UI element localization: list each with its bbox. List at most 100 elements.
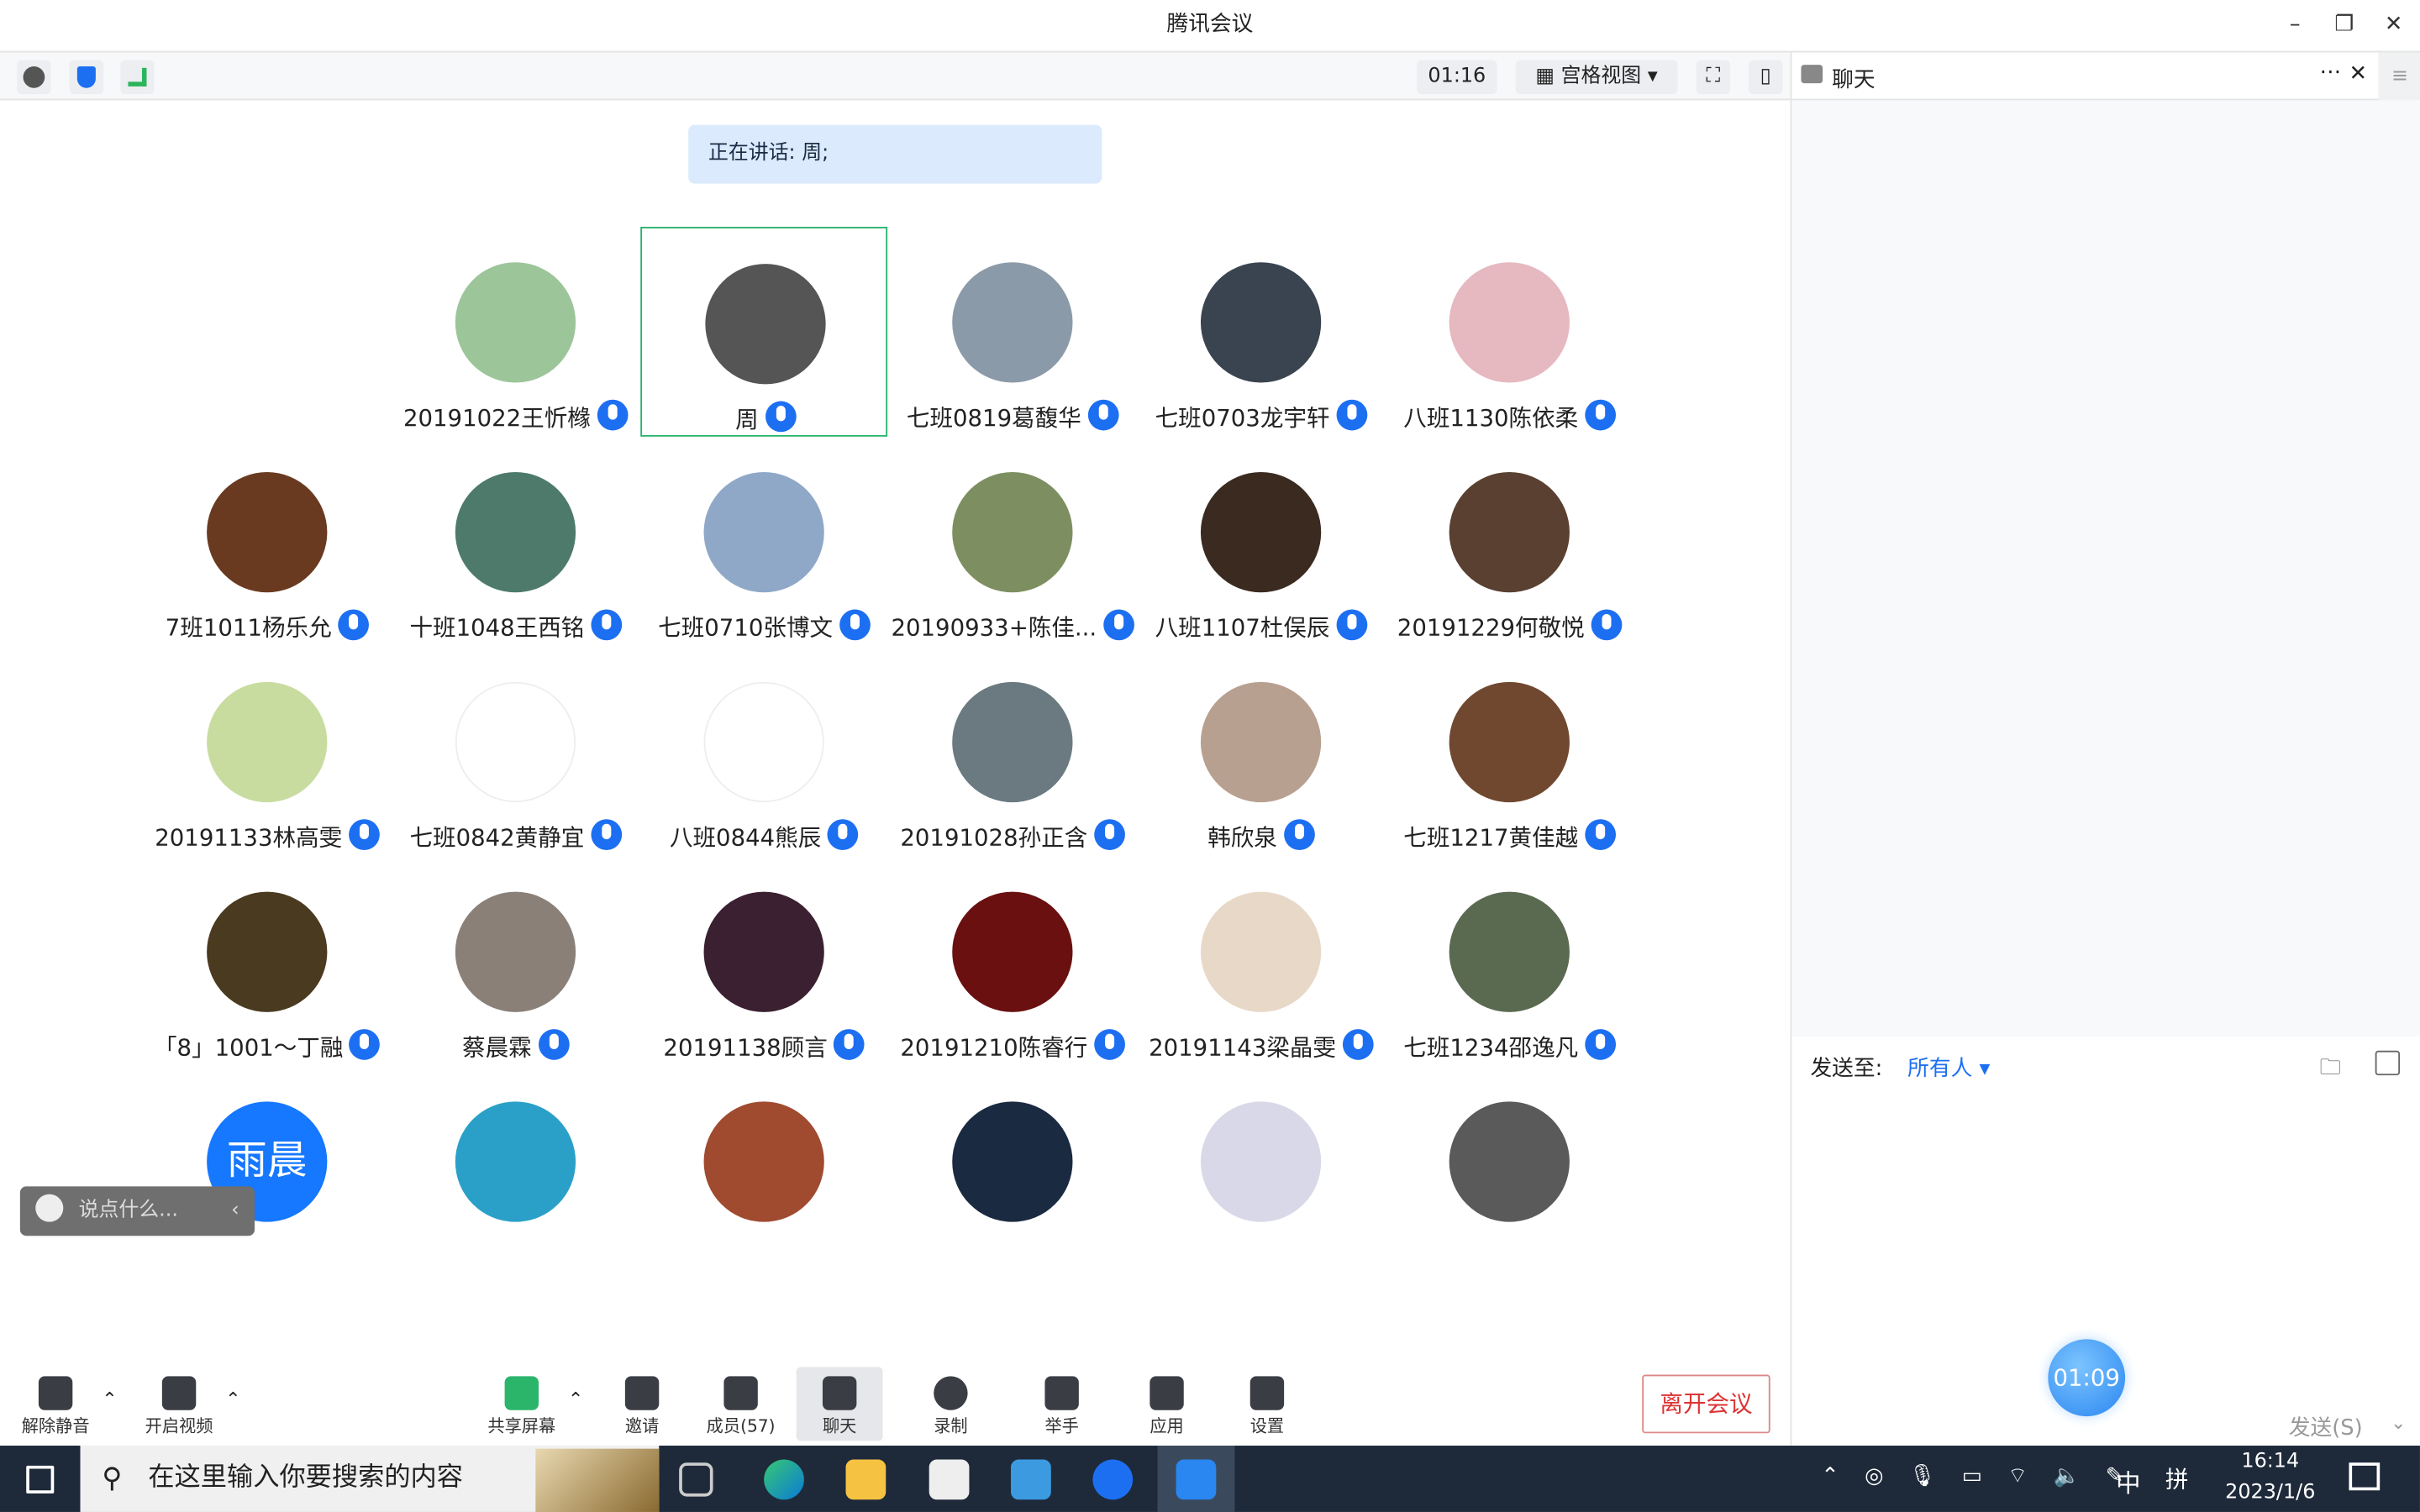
participant-name-row: 八班1130陈依柔 — [1386, 399, 1633, 433]
share-screen-button[interactable]: 共享屏幕 — [478, 1367, 565, 1437]
participant-name: 八班1130陈依柔 — [1403, 404, 1579, 433]
participant-tile[interactable]: 20191143梁晶雯 — [1138, 856, 1385, 1066]
start-video-button[interactable]: 开启视频 — [136, 1367, 223, 1437]
participant-tile[interactable]: 七班0712陈佳航 — [392, 1066, 639, 1231]
ime-mode[interactable]: 中 — [2116, 1462, 2140, 1499]
signal-icon[interactable] — [120, 60, 155, 95]
members-button[interactable]: 成员(57) — [697, 1367, 784, 1437]
record-label: 录制 — [934, 1416, 968, 1436]
participant-name-row: 七班1217黄佳越 — [1386, 819, 1633, 853]
participant-tile[interactable]: 七班0703龙宇轩 — [1138, 227, 1385, 437]
file-explorer-icon[interactable] — [845, 1459, 886, 1500]
audio-options-chevron[interactable]: ⌃ — [102, 1389, 117, 1410]
participant-tile[interactable]: 20191022王忻橼 — [392, 227, 639, 437]
store-icon[interactable] — [929, 1459, 970, 1500]
chat-button[interactable]: 聊天 — [796, 1367, 883, 1441]
notification-icon[interactable] — [2349, 1462, 2381, 1491]
task-view-icon[interactable] — [679, 1462, 713, 1497]
shield-icon[interactable] — [69, 60, 104, 95]
participant-tile[interactable]: 「8」1001～丁融 — [144, 856, 391, 1066]
participant-tile[interactable]: 20191028孙正含 — [889, 647, 1136, 857]
participant-tile[interactable]: 七班0842黄静宜 — [392, 647, 639, 857]
share-options-chevron[interactable]: ⌃ — [568, 1389, 583, 1410]
participant-tile[interactable]: 7班1011杨乐允 — [144, 437, 391, 647]
edge-icon[interactable] — [764, 1459, 804, 1500]
send-button[interactable]: 发送(S) — [2289, 1412, 2363, 1443]
mic-icon — [1584, 399, 1616, 431]
grid-icon: ▦ — [1535, 65, 1561, 88]
participant-tile[interactable]: 七班1234邵逸凡 — [1386, 856, 1633, 1066]
say-something-box[interactable]: 说点什么... ‹ — [19, 1186, 255, 1236]
participant-name: 周 — [735, 406, 759, 434]
avatar — [703, 1101, 824, 1222]
apps-button[interactable]: 应用 — [1123, 1367, 1210, 1437]
file-icon[interactable]: 🗀 — [2320, 1051, 2342, 1088]
clock-date[interactable]: 2023/1/6 — [2219, 1481, 2321, 1504]
participant-tile[interactable]: 20191138顾言 — [640, 856, 887, 1066]
participant-tile[interactable]: 七班0819葛馥华 — [889, 227, 1136, 437]
send-to-dropdown[interactable]: 所有人 ▾ — [1907, 1053, 1990, 1084]
participant-tile[interactable]: 七班1217黄佳越 — [1386, 647, 1633, 857]
clock-time[interactable]: 16:14 — [2227, 1450, 2313, 1473]
video-options-chevron[interactable]: ⌃ — [225, 1389, 240, 1410]
menu-icon[interactable]: ≡ — [2378, 52, 2420, 102]
mic-icon — [348, 819, 380, 851]
info-icon[interactable] — [17, 60, 51, 95]
say-input[interactable]: 说点什么... — [79, 1199, 178, 1222]
participant-tile[interactable]: 八班1130陈依柔 — [1386, 227, 1633, 437]
minimize-button[interactable]: – — [2272, 0, 2318, 51]
unmute-button[interactable]: 解除静音 — [13, 1367, 99, 1437]
sidebar-toggle-icon[interactable]: ▯ — [1748, 60, 1783, 95]
participant-name: 七班1234邵逸凡 — [1403, 1033, 1579, 1062]
chat-icon — [1801, 65, 1823, 84]
participant-tile[interactable]: 蔡晨霖 — [392, 856, 639, 1066]
participant-tile[interactable]: 20191242薛昊安 — [1386, 1066, 1633, 1231]
participant-tile[interactable]: 八班0844熊辰 — [640, 647, 887, 857]
participant-tile[interactable]: 20191002王天铭 — [889, 1066, 1136, 1231]
participant-tile[interactable]: 沈郑杰 — [640, 1066, 887, 1231]
system-tray-icons[interactable]: ⌃ ◎ 🎙 ▭ ⌔ 🔈 ✎ — [1821, 1462, 2133, 1490]
windows-start-icon[interactable] — [26, 1465, 55, 1494]
restore-button[interactable]: ❐ — [2321, 0, 2367, 51]
send-options-chevron[interactable]: ⌄ — [2391, 1412, 2406, 1434]
participant-name-row: 八班0844熊辰 — [640, 819, 887, 853]
apps-icon — [1150, 1376, 1184, 1410]
participant-tile[interactable]: 20191133林高雯 — [144, 647, 391, 857]
lightning-app-icon[interactable] — [1092, 1459, 1134, 1500]
recording-timer-badge[interactable]: 01:09 — [2048, 1339, 2126, 1417]
record-button[interactable]: 录制 — [908, 1367, 994, 1437]
chat-panel: 聊天 ⋯ ✕ ≡ 发送至: 所有人 ▾ 🗀 01:09 发送(S) ⌄ — [1790, 50, 2420, 1446]
mic-icon — [1102, 609, 1134, 641]
search-icon: ⚲ — [102, 1462, 123, 1495]
collapse-chevron-icon[interactable]: ‹ — [231, 1186, 239, 1236]
emoji-icon[interactable] — [35, 1194, 64, 1222]
more-icon[interactable]: ⋯ — [2320, 60, 2342, 85]
ime-pinyin[interactable]: 拼 — [2165, 1462, 2189, 1495]
raise-hand-button[interactable]: 举手 — [1018, 1367, 1105, 1437]
view-mode-dropdown[interactable]: ▦ 宫格视图 ▾ — [1515, 60, 1678, 95]
raise-hand-label: 举手 — [1044, 1416, 1079, 1436]
mail-icon[interactable] — [1011, 1459, 1051, 1500]
participant-tile[interactable]: 十班1048王西铭 — [392, 437, 639, 647]
participant-name-row: 八班1107杜俣辰 — [1138, 609, 1385, 643]
participant-tile[interactable]: 周 — [640, 226, 888, 437]
participant-tile[interactable]: 20190933+陈佳... — [889, 437, 1136, 647]
participant-tile[interactable]: 20191229何敬悦 — [1386, 437, 1633, 647]
taskbar-search[interactable]: ⚲ 在这里输入你要搜索的内容 — [80, 1445, 660, 1512]
fullscreen-icon[interactable]: ⛶ — [1696, 60, 1730, 95]
avatar — [952, 472, 1073, 593]
chat-close-icon[interactable]: ✕ — [2349, 61, 2367, 86]
participant-tile[interactable]: 七班0710张博文 — [640, 437, 887, 647]
invite-button[interactable]: 邀请 — [599, 1367, 686, 1437]
tencent-meeting-taskbar-button[interactable] — [1157, 1445, 1235, 1512]
close-button[interactable]: ✕ — [2370, 0, 2417, 51]
participant-tile[interactable]: 韩欣泉 — [1138, 647, 1385, 857]
participant-tile[interactable]: 20190720程悦天 — [1138, 1066, 1385, 1231]
notice-icon[interactable] — [2375, 1050, 2401, 1076]
settings-button[interactable]: 设置 — [1224, 1367, 1311, 1437]
participant-name-row: 韩欣泉 — [1138, 819, 1385, 853]
participant-tile[interactable]: 20191210陈睿行 — [889, 856, 1136, 1066]
participant-tile[interactable]: 八班1107杜俣辰 — [1138, 437, 1385, 647]
leave-meeting-button[interactable]: 离开会议 — [1642, 1374, 1770, 1434]
unmute-icon — [38, 1376, 73, 1410]
